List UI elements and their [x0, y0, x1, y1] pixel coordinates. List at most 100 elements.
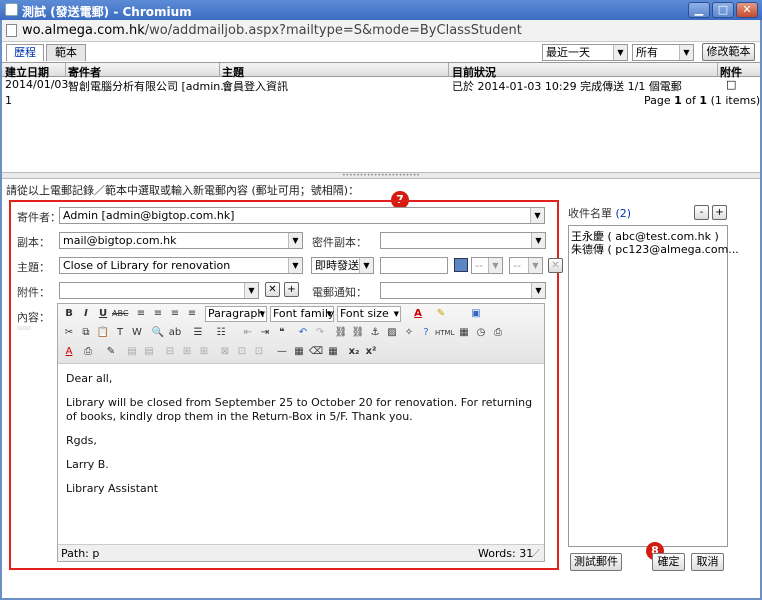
superscript-icon[interactable]: x²: [363, 344, 379, 360]
address-bar[interactable]: wo.almega.com.hk/wo/addmailjob.aspx?mail…: [2, 20, 760, 42]
help-icon[interactable]: ?: [418, 325, 434, 341]
attachment-select[interactable]: ▼: [59, 282, 259, 299]
period-select[interactable]: 最近一天 ▼: [542, 44, 628, 61]
paste-icon[interactable]: 📋: [95, 325, 111, 341]
anchor-icon[interactable]: ⚓: [367, 325, 383, 341]
outdent-icon[interactable]: ⇤: [240, 325, 256, 341]
url[interactable]: wo.almega.com.hk/wo/addmailjob.aspx?mail…: [22, 23, 522, 38]
close-window-button[interactable]: ✕: [736, 2, 758, 18]
minimize-button[interactable]: ▁: [688, 2, 710, 18]
remove-recipient-button[interactable]: -: [694, 205, 709, 220]
editor-body[interactable]: Dear all, Library will be closed from Se…: [66, 372, 541, 506]
minute-select[interactable]: -- ▼: [509, 257, 543, 274]
recipient-list[interactable]: 王永慶 ( abc@test.com.hk ) 朱德傳 ( pc123@alme…: [568, 225, 739, 547]
add-attachment-button[interactable]: +: [284, 282, 299, 297]
align-center-icon[interactable]: ≡: [150, 306, 166, 322]
send-mode-select[interactable]: 即時發送 ▼: [311, 257, 374, 274]
insert-row-after-icon[interactable]: ▤: [141, 344, 157, 360]
align-right-icon[interactable]: ≡: [167, 306, 183, 322]
cleanup-icon[interactable]: ✧: [401, 325, 417, 341]
cell-attachment-checkbox[interactable]: □: [726, 78, 736, 91]
text-color-icon[interactable]: A: [410, 306, 426, 322]
blockquote-icon[interactable]: ❝: [274, 325, 290, 341]
sender-select[interactable]: Admin [admin@bigtop.com.hk] ▼: [59, 207, 545, 224]
test-mail-button[interactable]: 測試郵件: [570, 553, 622, 571]
unlink-icon[interactable]: ⛓: [350, 325, 366, 341]
paste-text-icon[interactable]: T: [112, 325, 128, 341]
rich-text-editor[interactable]: B I U ABC ≡ ≡ ≡ ≡ Paragraph ▼ Font famil…: [57, 303, 545, 562]
italic-icon[interactable]: I: [78, 306, 94, 322]
numbered-list-icon[interactable]: ☷: [213, 325, 229, 341]
modify-template-button[interactable]: 修改範本: [702, 43, 755, 61]
chevron-down-icon: ▼: [530, 208, 544, 223]
table-icon[interactable]: ▦: [291, 344, 307, 360]
table-row[interactable]: 2014/01/03 智創電腦分析有限公司 [admin... 會員登入資訊 已…: [2, 78, 760, 93]
chevron-down-icon: ▼: [531, 283, 545, 298]
pane-splitter[interactable]: ••••••••••••••••••••••: [2, 172, 760, 179]
compose-instruction: 請從以上電郵記錄／範本中選取或輸入新電郵內容 (郵址可用；號相隔)：: [6, 184, 360, 197]
paste-word-icon[interactable]: W: [129, 325, 145, 341]
chevron-down-icon: ▼: [326, 310, 332, 318]
split-cells-icon[interactable]: ⊡: [234, 344, 250, 360]
send-mode-value: 即時發送: [315, 259, 359, 272]
add-recipient-button[interactable]: +: [712, 205, 727, 220]
notify-select[interactable]: ▼: [380, 282, 546, 299]
delete-row-icon[interactable]: ⊟: [162, 344, 178, 360]
eraser-icon[interactable]: ⌫: [308, 344, 324, 360]
insert-time-icon[interactable]: ◷: [473, 325, 489, 341]
highlight-color-icon[interactable]: ✎: [433, 306, 449, 322]
chevron-down-icon: ▼: [259, 310, 265, 318]
send-date-input[interactable]: [380, 257, 448, 274]
indent-icon[interactable]: ⇥: [257, 325, 273, 341]
cc-select-value: mail@bigtop.com.hk: [63, 234, 177, 247]
bullet-list-icon[interactable]: ☰: [190, 325, 206, 341]
remove-format-icon[interactable]: A: [61, 344, 77, 360]
clear-time-button[interactable]: ✕: [548, 258, 563, 273]
visual-aid-icon[interactable]: ▦: [325, 344, 341, 360]
insert-col-before-icon[interactable]: ⊞: [179, 344, 195, 360]
bold-icon[interactable]: B: [61, 306, 77, 322]
insert-col-after-icon[interactable]: ⊞: [196, 344, 212, 360]
cut-icon[interactable]: ✂: [61, 325, 77, 341]
ok-button[interactable]: 確定: [652, 553, 685, 571]
insert-date-icon[interactable]: ▦: [456, 325, 472, 341]
subscript-icon[interactable]: x₂: [346, 344, 362, 360]
find-icon[interactable]: 🔍: [150, 325, 166, 341]
align-justify-icon[interactable]: ≡: [184, 306, 200, 322]
horizontal-rule-icon[interactable]: —: [274, 344, 290, 360]
cc-select[interactable]: mail@bigtop.com.hk ▼: [59, 232, 303, 249]
edit-css-icon[interactable]: ✎: [103, 344, 119, 360]
redo-icon[interactable]: ↷: [312, 325, 328, 341]
tab-history[interactable]: 歷程: [6, 44, 44, 61]
html-source-icon[interactable]: HTML: [435, 325, 454, 341]
fullscreen-icon[interactable]: ▣: [468, 306, 484, 322]
insert-row-before-icon[interactable]: ▤: [124, 344, 140, 360]
delete-col-icon[interactable]: ⊠: [217, 344, 233, 360]
strikethrough-icon[interactable]: ABC: [112, 306, 128, 322]
scope-select[interactable]: 所有 ▼: [632, 44, 694, 61]
maximize-button[interactable]: □: [712, 2, 734, 18]
replace-icon[interactable]: ab: [167, 325, 183, 341]
link-icon[interactable]: ⛓: [333, 325, 349, 341]
tab-templates[interactable]: 範本: [46, 44, 86, 61]
print-icon[interactable]: ⎙: [80, 344, 96, 360]
remove-attachment-button[interactable]: ✕: [265, 282, 280, 297]
copy-icon[interactable]: ⧉: [78, 325, 94, 341]
list-item[interactable]: 朱德傳 ( pc123@almega.com...: [571, 241, 739, 257]
subject-label: 主題：: [17, 261, 50, 274]
hour-select[interactable]: -- ▼: [471, 257, 503, 274]
bcc-select[interactable]: ▼: [380, 232, 546, 249]
font-size-select[interactable]: Font size ▼: [337, 306, 401, 322]
cancel-button[interactable]: 取消: [691, 553, 724, 571]
subject-select[interactable]: Close of Library for renovation ▼: [59, 257, 303, 274]
underline-icon[interactable]: U: [95, 306, 111, 322]
font-family-select[interactable]: Font family ▼: [270, 306, 334, 322]
align-left-icon[interactable]: ≡: [133, 306, 149, 322]
paragraph-format-select[interactable]: Paragraph ▼: [205, 306, 267, 322]
calendar-icon[interactable]: [454, 258, 468, 272]
resize-handle-icon[interactable]: ⟋: [532, 547, 540, 561]
merge-cells-icon[interactable]: ⊡: [251, 344, 267, 360]
preview-icon[interactable]: ⎙: [490, 325, 506, 341]
image-icon[interactable]: ▨: [384, 325, 400, 341]
undo-icon[interactable]: ↶: [295, 325, 311, 341]
